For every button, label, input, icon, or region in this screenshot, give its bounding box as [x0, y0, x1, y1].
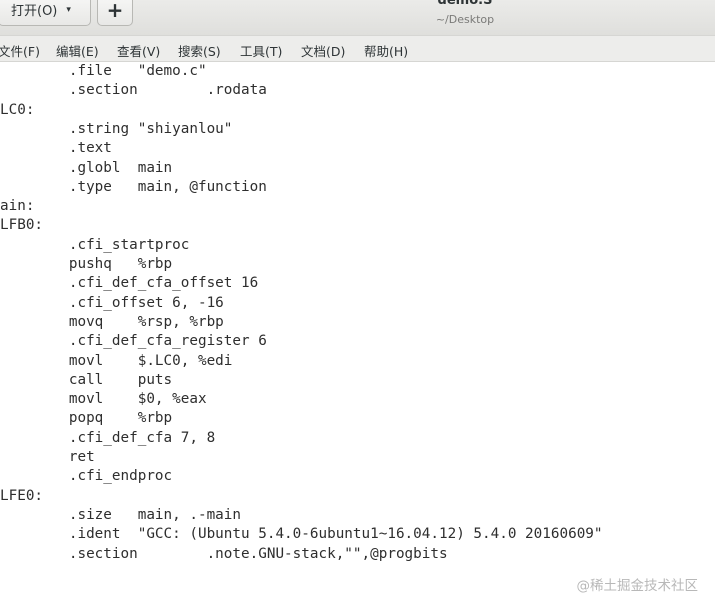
code-line: movq %rsp, %rbp	[0, 313, 224, 330]
code-line: .globl main	[0, 159, 173, 176]
plus-icon: +	[106, 0, 124, 22]
code-line: .cfi_endproc	[0, 468, 173, 485]
code-line: call puts	[0, 371, 173, 388]
code-line: .string "shiyanlou"	[0, 120, 233, 137]
code-line: .ident "GCC: (Ubuntu 5.4.0-6ubuntu1~16.0…	[0, 526, 603, 543]
menu-tools[interactable]: 工具(T)	[240, 41, 282, 60]
code-line: .section .rodata	[0, 82, 267, 99]
code-line: .file "demo.c"	[0, 63, 207, 79]
code-line: ret	[0, 449, 95, 465]
code-line: .cfi_def_cfa 7, 8	[0, 429, 216, 446]
document-path: ~/Desktop	[435, 13, 495, 26]
code-line: .type main, @function	[0, 178, 267, 195]
menu-search[interactable]: 搜索(S)	[178, 41, 221, 60]
code-line: LC0:	[0, 101, 35, 118]
code-line: popq %rbp	[0, 410, 173, 427]
chevron-down-icon: ▾	[66, 4, 71, 15]
code-line: movl $.LC0, %edi	[0, 352, 233, 369]
code-line: .size main, .-main	[0, 506, 242, 523]
menu-help[interactable]: 帮助(H)	[364, 41, 408, 60]
open-button-label: 打开(O)	[11, 4, 58, 19]
menu-file[interactable]: 文件(F)	[0, 41, 40, 60]
code-line: .cfi_def_cfa_register 6	[0, 333, 267, 350]
code-line: .section .note.GNU-stack,"",@progbits	[0, 545, 448, 562]
code-line: LFB0:	[0, 217, 44, 234]
menu-documents[interactable]: 文档(D)	[301, 41, 345, 60]
open-button[interactable]: 打开(O) ▾	[0, 0, 91, 26]
header-bar: 打开(O) ▾ + demo.S ~/Desktop	[0, 0, 715, 35]
menu-view[interactable]: 查看(V)	[117, 41, 160, 60]
code-line: movl $0, %eax	[0, 391, 207, 408]
code-line: .cfi_def_cfa_offset 16	[0, 275, 259, 292]
code-line: .cfi_startproc	[0, 236, 190, 253]
code-line: ain:	[0, 198, 35, 215]
code-line: .text	[0, 140, 112, 157]
document-title: demo.S	[437, 0, 493, 8]
menu-edit[interactable]: 编辑(E)	[56, 41, 99, 60]
code-line: pushq %rbp	[0, 256, 173, 272]
menu-bar: 文件(F) 编辑(E) 查看(V) 搜索(S) 工具(T) 文档(D) 帮助(H…	[0, 35, 715, 62]
code-line: LFE0:	[0, 487, 44, 504]
text-editor-area[interactable]: .file "demo.c" .section .rodata LC0: .st…	[0, 62, 715, 609]
new-document-button[interactable]: +	[97, 0, 133, 26]
watermark: @稀土掘金技术社区	[576, 578, 699, 594]
code-line: .cfi_offset 6, -16	[0, 294, 224, 311]
